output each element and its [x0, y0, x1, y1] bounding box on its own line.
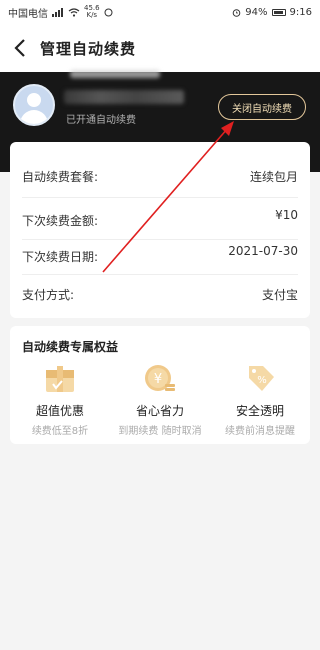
- info-label: 下次续费日期:: [22, 249, 99, 264]
- divider: [22, 197, 298, 198]
- benefit-name: 安全透明: [235, 404, 284, 418]
- info-row-payment: 支付方式: 支付宝: [10, 274, 310, 314]
- status-right: 94% 9:16: [232, 7, 312, 18]
- benefits-title: 自动续费专属权益: [22, 340, 119, 354]
- info-row-amount: 下次续费金额: ¥10: [10, 200, 310, 240]
- benefit-item: 超值优惠 续费低至8折: [10, 362, 110, 442]
- network-speed: 45.6 K/s: [84, 5, 100, 19]
- info-label: 下次续费金额:: [22, 213, 99, 228]
- benefit-item: ¥ 省心省力 到期续费 随时取消: [110, 362, 210, 442]
- benefit-desc: 续费低至8折: [31, 426, 89, 437]
- info-value: 连续包月: [249, 169, 298, 184]
- member-status: 已开通自动续费: [66, 115, 136, 126]
- battery-icon: [271, 8, 286, 16]
- battery-percent: 94%: [245, 6, 268, 18]
- wifi-icon: [68, 7, 80, 17]
- info-row-date: 下次续费日期: 2021-07-30: [10, 236, 310, 276]
- benefit-desc: 续费前消息提醒: [225, 426, 295, 437]
- info-row-plan: 自动续费套餐: 连续包月: [10, 156, 310, 196]
- back-button[interactable]: [0, 24, 40, 72]
- gift-envelope-icon: [43, 362, 77, 396]
- info-value: ¥10: [275, 208, 298, 222]
- signal-icon: [52, 7, 63, 17]
- data-icon: [104, 8, 113, 16]
- username-blurred: [64, 90, 184, 104]
- info-label: 支付方式:: [22, 287, 75, 302]
- chevron-left-icon: [14, 39, 25, 57]
- info-value: 2021-07-30: [228, 244, 298, 258]
- coin-icon: ¥: [143, 362, 177, 396]
- info-label: 自动续费套餐:: [22, 169, 99, 184]
- app-header: 管理自动续费: [0, 24, 320, 72]
- discount-tag-icon: %: [243, 362, 277, 396]
- cancel-auto-renew-button[interactable]: 关闭自动续费: [218, 94, 306, 120]
- speed-unit: K/s: [86, 11, 98, 19]
- clock: 9:16: [289, 6, 312, 18]
- blurred-text: [70, 70, 160, 78]
- benefit-item: % 安全透明 续费前消息提醒: [210, 362, 310, 442]
- alarm-icon: [232, 8, 241, 17]
- benefit-name: 省心省力: [135, 404, 184, 418]
- status-bar: 中国电信 45.6 K/s 94% 9:16: [0, 0, 320, 24]
- page-title: 管理自动续费: [40, 39, 137, 58]
- benefit-name: 超值优惠: [35, 404, 84, 418]
- renewal-info-card: 自动续费套餐: 连续包月 下次续费金额: ¥10 下次续费日期: 2021-07…: [10, 142, 310, 318]
- info-value: 支付宝: [261, 287, 298, 302]
- benefit-desc: 到期续费 随时取消: [118, 426, 202, 437]
- carrier-label: 中国电信: [8, 8, 48, 20]
- svg-text:¥: ¥: [154, 372, 162, 387]
- benefits-card: 自动续费专属权益 超值优惠 续费低至8折 ¥ 省心省力 到期续费 随时取消 % …: [10, 326, 310, 444]
- svg-text:%: %: [257, 375, 267, 386]
- status-left: 中国电信 45.6 K/s: [8, 5, 113, 20]
- avatar: [13, 84, 55, 126]
